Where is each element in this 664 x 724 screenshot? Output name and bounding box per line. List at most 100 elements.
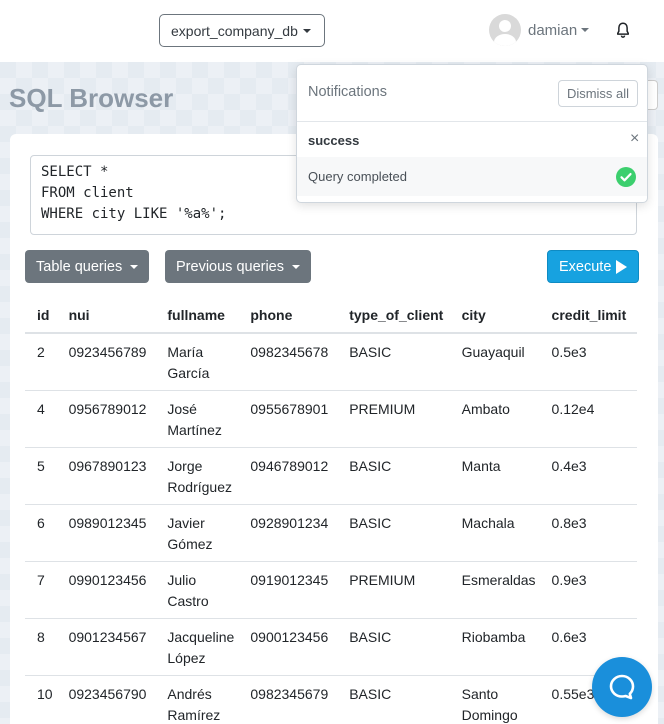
- column-header-id[interactable]: id: [25, 297, 57, 334]
- city-line-1: Guayaquil: [461, 344, 525, 360]
- cell-credit: 0.4e3: [539, 447, 637, 505]
- fullname-last: Gómez: [167, 535, 213, 552]
- column-header-nui[interactable]: nui: [56, 297, 156, 334]
- cell-type: BASIC: [337, 618, 450, 676]
- table-queries-button[interactable]: Table queries: [25, 250, 150, 283]
- cell-fullname: José Martínez: [155, 390, 239, 448]
- city-line-1: Machala: [461, 514, 515, 531]
- city-line-2: Domingo: [461, 706, 518, 723]
- fullname-first: Jorge: [167, 457, 203, 474]
- table-row: 7 0990123456 Julio Castro 0919012345 PREM…: [25, 561, 637, 619]
- table-row: 2 0923456789 María García 0982345678 BASI…: [25, 333, 637, 391]
- cell-fullname: Javier Gómez: [155, 504, 239, 562]
- cell-nui: 0923456790: [56, 675, 156, 724]
- city-line-1: Manta: [461, 457, 501, 474]
- cell-fullname: Andrés Ramírez: [155, 675, 239, 724]
- fullname-last: Ramírez: [167, 706, 221, 723]
- fullname-last: Rodríguez: [167, 478, 232, 495]
- cell-id: 8: [25, 618, 57, 676]
- cell-city: Guayaquil: [449, 333, 540, 391]
- cell-nui: 0956789012: [56, 390, 156, 448]
- notification-body: Query completed: [297, 157, 647, 196]
- cell-nui: 0923456789: [56, 333, 156, 391]
- notifications-header: Notifications Dismiss all: [297, 65, 647, 122]
- cell-credit: 0.9e3: [539, 561, 637, 619]
- cell-type: BASIC: [337, 447, 450, 505]
- column-header-credit-limit[interactable]: credit_limit: [539, 297, 637, 334]
- cell-city: Santo Domingo: [449, 675, 540, 724]
- city-line-1: Esmeraldas: [461, 571, 536, 588]
- cell-type: PREMIUM: [337, 390, 450, 448]
- cell-nui: 0901234567: [56, 618, 156, 676]
- username: damian: [528, 21, 578, 39]
- cell-phone: 0946789012: [238, 447, 338, 505]
- city-line-1: Riobamba: [461, 628, 526, 645]
- column-header-phone[interactable]: phone: [238, 297, 338, 334]
- fullname-first: Jacqueline: [167, 628, 235, 645]
- cell-fullname: María García: [155, 333, 239, 391]
- cell-city: Machala: [449, 504, 540, 562]
- table-row: 10 0923456790 Andrés Ramírez 0982345679 B…: [25, 675, 637, 724]
- table-row: 5 0967890123 Jorge Rodríguez 0946789012 B…: [25, 447, 637, 505]
- chevron-down-icon: [581, 28, 590, 32]
- execute-button[interactable]: Execute: [547, 250, 640, 283]
- chevron-down-icon: [302, 28, 311, 33]
- cell-city: Ambato: [449, 390, 540, 448]
- cell-phone: 0982345679: [238, 675, 338, 724]
- cell-nui: 0990123456: [56, 561, 156, 619]
- cell-fullname: Jorge Rodríguez: [155, 447, 239, 505]
- cell-phone: 0928901234: [238, 504, 338, 562]
- cell-phone: 0982345678: [238, 333, 338, 391]
- chat-bubble-icon: [609, 674, 635, 700]
- fullname-last: López: [167, 649, 206, 666]
- cell-id: 6: [25, 504, 57, 562]
- cell-nui: 0967890123: [56, 447, 156, 505]
- fullname-first: Javier: [167, 514, 205, 531]
- fullname-first: Andrés: [167, 685, 212, 702]
- close-icon[interactable]: ×: [630, 131, 639, 147]
- city-line-1: Ambato: [461, 400, 510, 417]
- cell-id: 2: [25, 333, 57, 391]
- avatar: [489, 14, 521, 46]
- notification-message: Query completed: [308, 169, 407, 184]
- cell-nui: 0989012345: [56, 504, 156, 562]
- check-circle-icon: [616, 167, 636, 187]
- cell-fullname: Julio Castro: [155, 561, 239, 619]
- cell-city: Manta: [449, 447, 540, 505]
- table-header-row: id nui fullname phone type_of_client cit…: [25, 297, 637, 334]
- column-header-city[interactable]: city: [449, 297, 540, 334]
- notification-type: success: [308, 133, 360, 148]
- page-title: SQL Browser: [9, 83, 174, 113]
- cell-city: Esmeraldas: [449, 561, 540, 619]
- chevron-down-icon: [292, 264, 300, 269]
- city-line-1: Santo: [461, 685, 499, 702]
- cell-id: 4: [25, 390, 57, 448]
- cell-fullname: Jacqueline López: [155, 618, 239, 676]
- previous-queries-button[interactable]: Previous queries: [165, 250, 311, 283]
- fullname-last: Castro: [167, 592, 209, 609]
- cell-id: 7: [25, 561, 57, 619]
- play-icon: [616, 259, 628, 274]
- previous-queries-label: Previous queries: [176, 258, 284, 275]
- column-header-type-of-client[interactable]: type_of_client: [337, 297, 450, 334]
- cell-type: BASIC: [337, 675, 450, 724]
- fullname-first: María: [167, 344, 204, 360]
- cell-credit: 0.5e3: [539, 333, 637, 391]
- dismiss-all-button[interactable]: Dismiss all: [558, 80, 638, 107]
- user-menu[interactable]: damian: [489, 14, 590, 46]
- bell-icon[interactable]: [614, 21, 632, 39]
- cell-phone: 0919012345: [238, 561, 338, 619]
- help-chat-button[interactable]: [592, 657, 652, 717]
- fullname-first: José: [167, 400, 197, 417]
- cell-type: BASIC: [337, 504, 450, 562]
- top-navbar: export_company_db damian: [0, 0, 664, 62]
- fullname-first: Julio: [167, 571, 197, 588]
- cell-phone: 0900123456: [238, 618, 338, 676]
- table-queries-label: Table queries: [36, 258, 123, 275]
- column-header-fullname[interactable]: fullname: [155, 297, 239, 334]
- cell-id: 10: [25, 675, 57, 724]
- cell-type: BASIC: [337, 333, 450, 391]
- cell-credit: 0.12e4: [539, 390, 637, 448]
- database-selector[interactable]: export_company_db: [159, 14, 325, 47]
- table-row: 6 0989012345 Javier Gómez 0928901234 BASI…: [25, 504, 637, 562]
